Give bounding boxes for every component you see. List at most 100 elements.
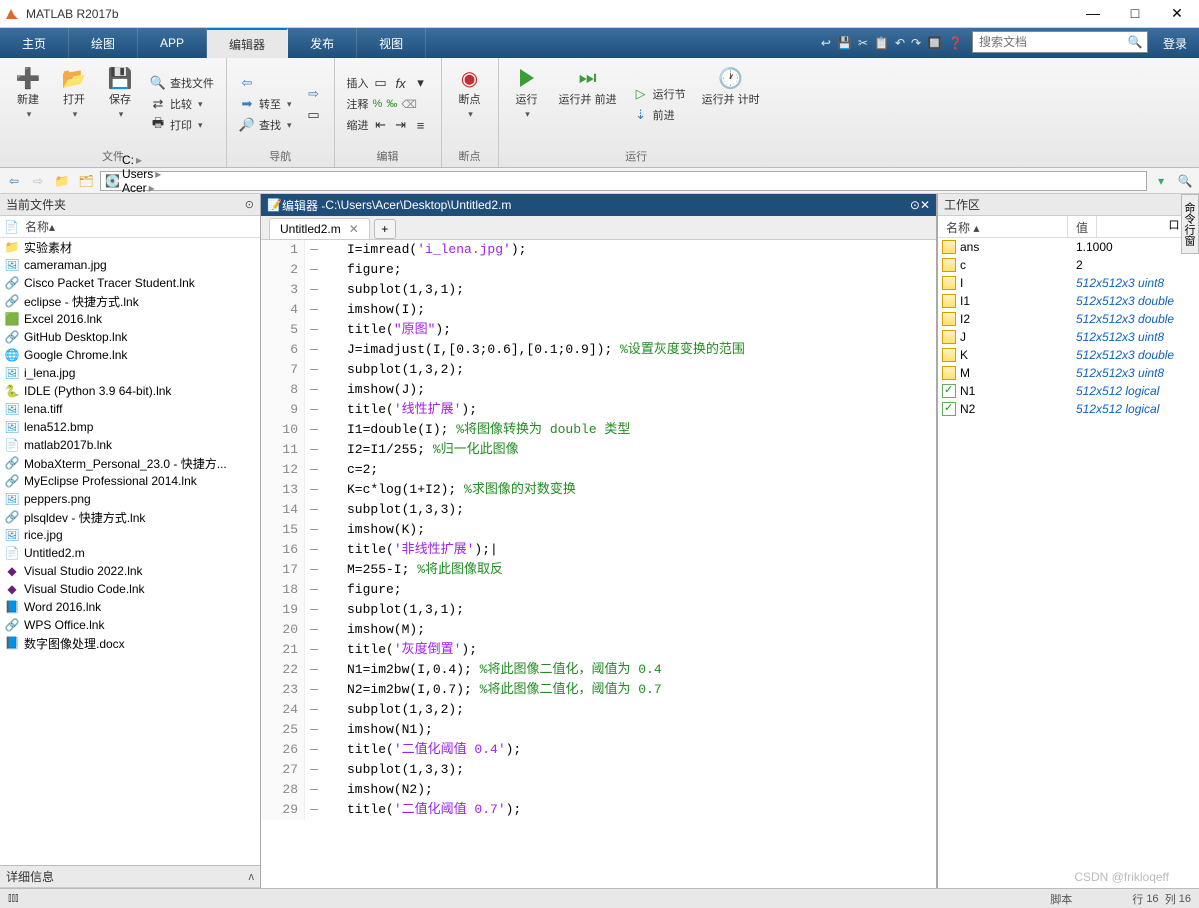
search-path-icon[interactable]: 🔍 [1175, 174, 1195, 188]
code-line[interactable]: 18—figure; [261, 580, 936, 600]
code-line[interactable]: 15—imshow(K); [261, 520, 936, 540]
run-section-button[interactable]: ▷运行节 [629, 85, 690, 103]
file-row[interactable]: 🔗WPS Office.lnk [0, 616, 260, 634]
code-line[interactable]: 1—I=imread('i_lena.jpg'); [261, 240, 936, 260]
file-row[interactable]: 🐍IDLE (Python 3.9 64-bit).lnk [0, 382, 260, 400]
tab-close-icon[interactable]: ✕ [349, 222, 359, 236]
code-line[interactable]: 5—title("原图"); [261, 320, 936, 340]
doc-search[interactable]: 🔍 [972, 31, 1148, 53]
file-row[interactable]: ◆Visual Studio Code.lnk [0, 580, 260, 598]
nav-back-icon[interactable]: ⇦ [4, 174, 24, 188]
editor-close-icon[interactable]: ✕ [920, 198, 930, 212]
workspace-col-value[interactable]: 值 [1068, 216, 1097, 237]
code-line[interactable]: 22—N1=im2bw(I,0.4); %将此图像二值化，阈值为 0.4 [261, 660, 936, 680]
workspace-row[interactable]: K512x512x3 double [938, 346, 1199, 364]
file-row[interactable]: 🖼rice.jpg [0, 526, 260, 544]
code-line[interactable]: 29—title('二值化阈值 0.7'); [261, 800, 936, 820]
ribbon-tab-3[interactable]: 编辑器 [207, 28, 288, 58]
code-line[interactable]: 2—figure; [261, 260, 936, 280]
workspace-row[interactable]: I2512x512x3 double [938, 310, 1199, 328]
code-editor[interactable]: 1—I=imread('i_lena.jpg');2—figure;3—subp… [261, 240, 936, 888]
code-line[interactable]: 8—imshow(J); [261, 380, 936, 400]
file-row[interactable]: 🔗GitHub Desktop.lnk [0, 328, 260, 346]
comment-button[interactable]: 注释 % ‰ ⌫ [343, 95, 433, 113]
code-line[interactable]: 11—I2=I1/255; %归一化此图像 [261, 440, 936, 460]
qat-icon-1[interactable]: 💾 [837, 36, 852, 50]
qat-icon-3[interactable]: 📋 [874, 36, 889, 50]
breakpoints-button[interactable]: ◉断点 [450, 62, 490, 146]
code-line[interactable]: 10—I1=double(I); %将图像转换为 double 类型 [261, 420, 936, 440]
qat-icon-7[interactable]: ❓ [948, 36, 963, 50]
qat-icon-2[interactable]: ✂ [858, 36, 868, 50]
code-line[interactable]: 21—title('灰度倒置'); [261, 640, 936, 660]
indent-button[interactable]: 缩进 ⇤ ⇥ ≡ [343, 116, 433, 134]
ribbon-tab-2[interactable]: APP [138, 28, 207, 58]
details-expand-icon[interactable]: ʌ [249, 871, 255, 883]
maximize-button[interactable]: □ [1123, 5, 1147, 22]
open-button[interactable]: 📂打开 [54, 62, 94, 146]
file-row[interactable]: 🖼lena.tiff [0, 400, 260, 418]
breadcrumb-2[interactable]: Acer ▸ [122, 181, 174, 195]
minimize-button[interactable]: — [1081, 5, 1105, 22]
file-row[interactable]: 📄Untitled2.m [0, 544, 260, 562]
file-row[interactable]: 🖼i_lena.jpg [0, 364, 260, 382]
save-button[interactable]: 💾保存 [100, 62, 140, 146]
ribbon-tab-1[interactable]: 绘图 [69, 28, 138, 58]
qat-icon-0[interactable]: ↩ [821, 36, 831, 50]
find-button[interactable]: 🔎查找 [235, 116, 296, 134]
file-row[interactable]: ◆Visual Studio 2022.lnk [0, 562, 260, 580]
workspace-row[interactable]: M512x512x3 uint8 [938, 364, 1199, 382]
file-row[interactable]: 🔗Cisco Packet Tracer Student.lnk [0, 274, 260, 292]
insert-button[interactable]: 插入 ▭ fx ▾ [343, 74, 433, 92]
code-line[interactable]: 25—imshow(N1); [261, 720, 936, 740]
panel-menu-icon[interactable]: ⊙ [245, 198, 254, 211]
code-line[interactable]: 12—c=2; [261, 460, 936, 480]
search-input[interactable] [973, 35, 1123, 49]
workspace-col-name[interactable]: 名称 ▴ [938, 216, 1068, 237]
workspace-row[interactable]: J512x512x3 uint8 [938, 328, 1199, 346]
login-button[interactable]: 登录 [1151, 28, 1199, 58]
workspace-row[interactable]: c2 [938, 256, 1199, 274]
qat-icon-4[interactable]: ↶ [895, 36, 905, 50]
workspace-row[interactable]: I1512x512x3 double [938, 292, 1199, 310]
find-files-button[interactable]: 🔍查找文件 [146, 74, 218, 92]
code-line[interactable]: 6—J=imadjust(I,[0.3;0.6],[0.1;0.9]); %设置… [261, 340, 936, 360]
up-folder-icon[interactable]: 📁 [52, 174, 72, 188]
file-row[interactable]: 📘Word 2016.lnk [0, 598, 260, 616]
file-row[interactable]: 🖼cameraman.jpg [0, 256, 260, 274]
code-line[interactable]: 3—subplot(1,3,1); [261, 280, 936, 300]
bookmark-button[interactable]: ▭ [302, 106, 326, 124]
nav-back-button[interactable]: ⇦ [235, 74, 296, 92]
code-line[interactable]: 14—subplot(1,3,3); [261, 500, 936, 520]
advance-button[interactable]: ⇣前进 [629, 106, 690, 124]
nav-fwd-icon[interactable]: ⇨ [28, 174, 48, 188]
code-line[interactable]: 17—M=255-I; %将此图像取反 [261, 560, 936, 580]
ribbon-tab-0[interactable]: 主页 [0, 28, 69, 58]
workspace-row[interactable]: ans1.1000 [938, 238, 1199, 256]
code-line[interactable]: 20—imshow(M); [261, 620, 936, 640]
file-row[interactable]: 🔗MobaXterm_Personal_23.0 - 快捷方... [0, 454, 260, 472]
new-tab-button[interactable]: + [374, 219, 396, 239]
code-line[interactable]: 26—title('二值化阈值 0.4'); [261, 740, 936, 760]
code-line[interactable]: 23—N2=im2bw(I,0.7); %将此图像二值化，阈值为 0.7 [261, 680, 936, 700]
workspace-row[interactable]: I512x512x3 uint8 [938, 274, 1199, 292]
file-row[interactable]: 🔗MyEclipse Professional 2014.lnk [0, 472, 260, 490]
file-row[interactable]: 📄matlab2017b.lnk [0, 436, 260, 454]
code-line[interactable]: 9—title('线性扩展'); [261, 400, 936, 420]
print-button[interactable]: 🖶打印 [146, 116, 218, 134]
new-button[interactable]: ➕新建 [8, 62, 48, 146]
editor-tab[interactable]: Untitled2.m ✕ [269, 218, 370, 239]
code-line[interactable]: 28—imshow(N2); [261, 780, 936, 800]
file-row[interactable]: 📘数字图像处理.docx [0, 634, 260, 652]
path-dropdown-icon[interactable]: ▾ [1151, 174, 1171, 188]
file-row[interactable]: 🟩Excel 2016.lnk [0, 310, 260, 328]
qat-icon-5[interactable]: ↷ [911, 36, 921, 50]
editor-menu-icon[interactable]: ⊙ [910, 198, 920, 212]
code-line[interactable]: 7—subplot(1,3,2); [261, 360, 936, 380]
file-row[interactable]: 🌐Google Chrome.lnk [0, 346, 260, 364]
code-line[interactable]: 4—imshow(I); [261, 300, 936, 320]
file-row[interactable]: 📁实验素材 [0, 238, 260, 256]
file-column-name[interactable]: 名称 [25, 218, 49, 235]
run-advance-button[interactable]: ⏭运行并 前进 [553, 62, 623, 146]
nav-fwd-button[interactable]: ⇨ [302, 85, 326, 103]
